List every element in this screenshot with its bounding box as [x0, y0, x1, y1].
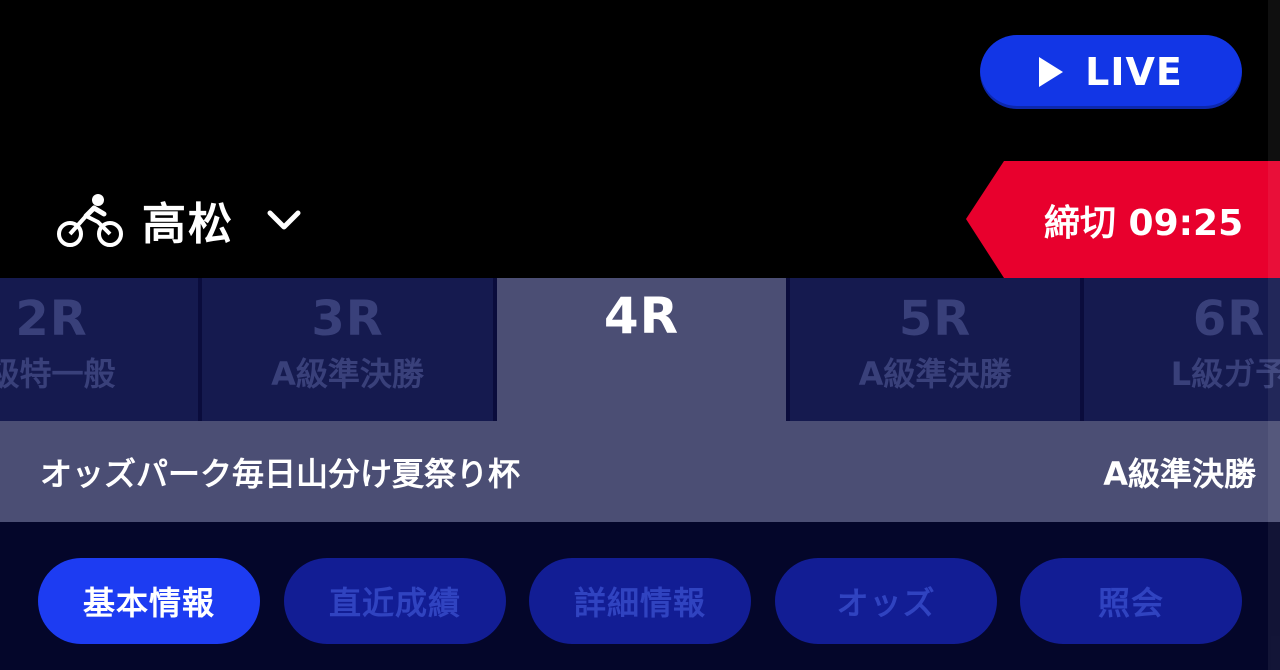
tab-recent-results[interactable]: 直近成績 — [284, 558, 506, 644]
play-icon — [1039, 57, 1064, 87]
deadline-badge: 締切 09:25 — [966, 161, 1280, 278]
scrollbar[interactable] — [1268, 0, 1280, 670]
race-class: A級準決勝 — [858, 355, 1012, 393]
tab-label: 照会 — [1097, 584, 1164, 622]
tab-inquiry[interactable]: 照会 — [1020, 558, 1242, 644]
race-title: オッズパーク毎日山分け夏祭り杯 — [40, 454, 521, 493]
tab-label: オッズ — [836, 584, 936, 622]
tab-label: 詳細情報 — [573, 584, 706, 622]
tab-basic-info[interactable]: 基本情報 — [38, 558, 260, 644]
race-number: 2R — [15, 291, 88, 347]
race-class: A級準決勝 — [271, 355, 424, 393]
tab-odds[interactable]: オッズ — [775, 558, 997, 644]
deadline-text: 締切 09:25 — [1044, 202, 1244, 244]
race-tabs: 2R 級特一般 3R A級準決勝 4R 5R A級準決勝 6R L級ガ予 — [0, 278, 1280, 421]
race-class: L級ガ予 — [1170, 355, 1280, 393]
venue-selector[interactable]: 高松 — [56, 188, 304, 252]
tab-race-3r[interactable]: 3R A級準決勝 — [202, 278, 493, 421]
tab-race-2r[interactable]: 2R 級特一般 — [0, 278, 198, 421]
info-tabs: 基本情報 直近成績 詳細情報 オッズ 照会 — [0, 522, 1280, 670]
tab-label: 直近成績 — [328, 584, 461, 622]
bicycle-icon — [57, 194, 123, 247]
live-label: LIVE — [1085, 50, 1183, 94]
race-number: 4R — [603, 287, 680, 345]
race-class: 級特一般 — [0, 355, 116, 393]
tab-detail-info[interactable]: 詳細情報 — [529, 558, 751, 644]
race-title-bar: オッズパーク毎日山分け夏祭り杯 A級準決勝 — [0, 421, 1280, 522]
chevron-down-icon — [267, 210, 301, 230]
race-number: 5R — [898, 291, 972, 347]
tab-race-4r[interactable]: 4R — [497, 278, 786, 421]
race-number: 3R — [311, 291, 384, 347]
tab-race-5r[interactable]: 5R A級準決勝 — [790, 278, 1080, 421]
race-class: A級準決勝 — [1103, 454, 1256, 493]
venue-name: 高松 — [142, 199, 234, 250]
tab-race-6r[interactable]: 6R L級ガ予 — [1084, 278, 1280, 421]
live-button[interactable]: LIVE — [980, 35, 1242, 109]
tab-label: 基本情報 — [82, 584, 215, 622]
race-screen: LIVE 高松 締切 09:25 2R 級特一般 3R A級準決勝 4R 5R … — [0, 0, 1280, 670]
race-number: 6R — [1192, 291, 1266, 347]
